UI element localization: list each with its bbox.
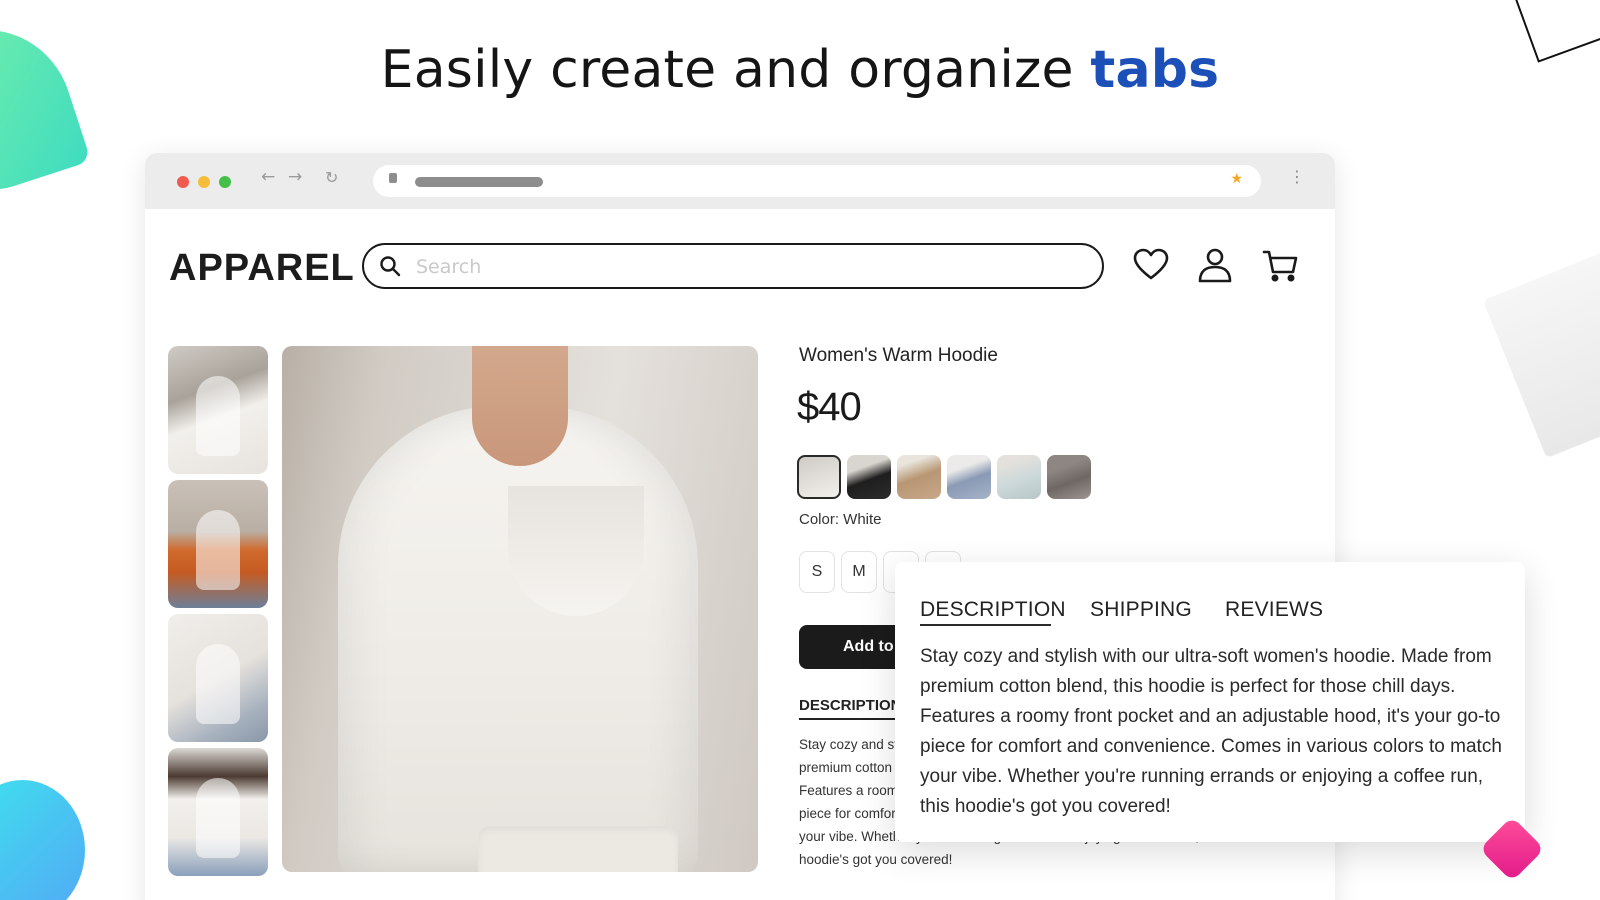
product-main-image [282, 346, 758, 872]
minimize-window-dot[interactable] [198, 176, 210, 188]
store-logo[interactable]: APPAREL [169, 247, 355, 290]
decorative-blue-blob [0, 780, 85, 900]
tab-description-content: Stay cozy and stylish with our ultra-sof… [920, 646, 1502, 817]
headline-text: Easily create and organize [380, 40, 1091, 100]
color-swatch[interactable] [847, 455, 891, 499]
close-window-dot[interactable] [177, 176, 189, 188]
vertical-dots-icon[interactable]: ⋮ [1289, 167, 1305, 186]
tab-description[interactable]: DESCRIPTION [920, 598, 1066, 622]
color-swatch-selected[interactable] [797, 455, 841, 499]
product-title: Women's Warm Hoodie [799, 345, 998, 366]
color-label: Color: White [799, 511, 882, 528]
headline: Easily create and organize tabs [0, 40, 1600, 100]
tab-shipping[interactable]: SHIPPING [1090, 598, 1192, 622]
gallery-thumbnail[interactable] [168, 748, 268, 876]
lock-icon [389, 173, 397, 183]
cart-icon[interactable] [1261, 245, 1301, 285]
address-bar[interactable]: ★ [373, 165, 1261, 197]
tabs-card: DESCRIPTION SHIPPING REVIEWS Stay cozy a… [895, 562, 1525, 842]
star-icon[interactable]: ★ [1230, 171, 1243, 187]
headline-accent: tabs [1090, 40, 1220, 100]
active-tab-indicator [920, 624, 1051, 626]
maximize-window-dot[interactable] [219, 176, 231, 188]
color-swatch[interactable] [1047, 455, 1091, 499]
search-icon [380, 256, 401, 277]
gallery-thumbnail[interactable] [168, 480, 268, 608]
front-pocket [478, 826, 678, 872]
url-placeholder-bar [415, 177, 543, 187]
reload-icon[interactable]: ↻ [325, 168, 338, 187]
color-swatch[interactable] [997, 455, 1041, 499]
decorative-green-blob [0, 8, 92, 208]
hood-opening [508, 486, 644, 616]
gallery-thumbnail[interactable] [168, 614, 268, 742]
heart-icon[interactable] [1131, 245, 1171, 285]
user-icon[interactable] [1195, 245, 1235, 285]
product-price: $40 [797, 385, 862, 429]
size-button-s[interactable]: S [799, 551, 835, 593]
gallery-thumbnail[interactable] [168, 346, 268, 474]
background-description-tab[interactable]: DESCRIPTION [799, 697, 902, 720]
browser-toolbar: ← → ↻ ★ ⋮ [145, 153, 1335, 209]
search-input[interactable] [416, 253, 1076, 281]
color-swatch[interactable] [947, 455, 991, 499]
hoodie-illustration [338, 406, 698, 872]
search-bar[interactable] [362, 243, 1104, 289]
size-button-m[interactable]: M [841, 551, 877, 593]
color-swatch[interactable] [897, 455, 941, 499]
tab-reviews[interactable]: REVIEWS [1225, 598, 1323, 622]
decorative-grey-card [1482, 251, 1600, 459]
stage: Easily create and organize tabs ← → ↻ ★ … [0, 0, 1600, 900]
arrow-left-icon[interactable]: ← [261, 167, 275, 187]
arrow-right-icon[interactable]: → [288, 167, 302, 187]
model-neck [472, 346, 568, 466]
